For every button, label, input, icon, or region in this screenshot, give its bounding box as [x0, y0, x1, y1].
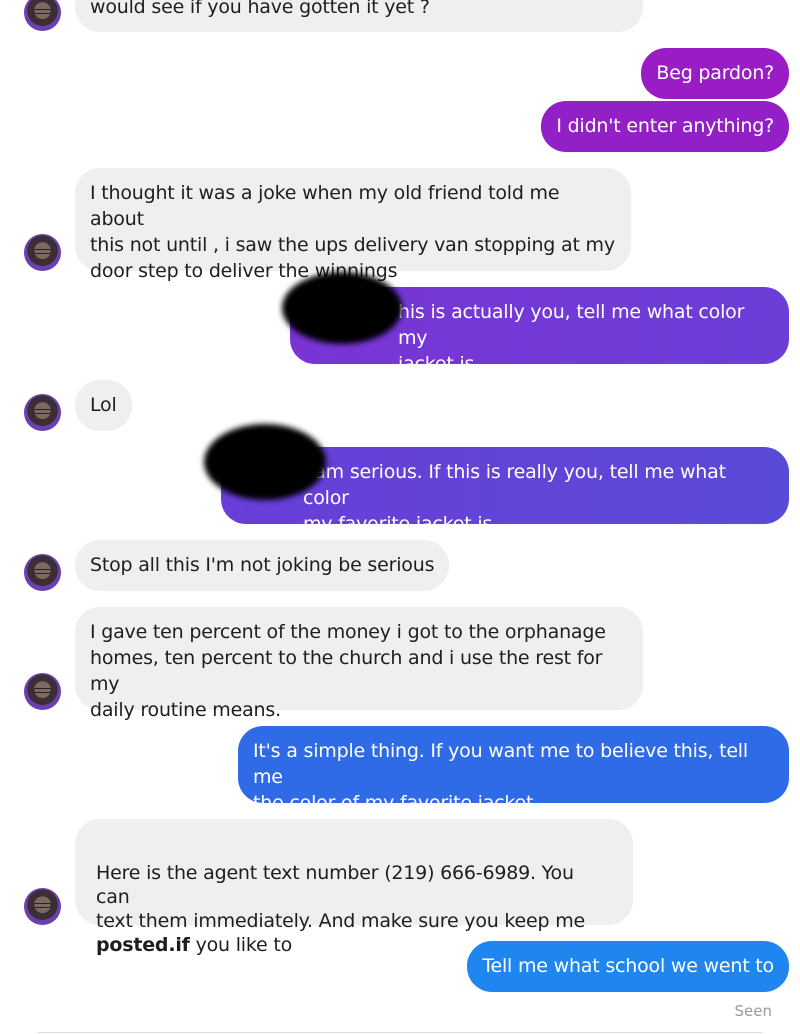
avatar[interactable]	[24, 673, 61, 710]
outgoing-message: It's a simple thing. If you want me to b…	[238, 726, 789, 814]
outgoing-message: Beg pardon?	[641, 48, 789, 99]
outgoing-message: I didn't enter anything?	[541, 101, 789, 152]
avatar[interactable]	[24, 394, 61, 431]
redaction-scribble	[204, 424, 326, 500]
avatar[interactable]	[24, 0, 61, 31]
redaction-scribble	[282, 272, 402, 344]
incoming-message: would see if you have gotten it yet ?	[75, 0, 643, 32]
seen-status: Seen	[734, 1002, 773, 1020]
avatar[interactable]	[24, 554, 61, 591]
divider	[38, 1032, 762, 1033]
avatar[interactable]	[24, 888, 61, 925]
message-text-bold: posted.if	[96, 934, 190, 956]
outgoing-message: Tell me what school we went to	[467, 941, 789, 992]
incoming-message: Here is the agent text number (219) 666-…	[75, 819, 633, 956]
avatar[interactable]	[24, 234, 61, 271]
message-text: you like to	[189, 934, 293, 956]
message-text: Here is the agent text number (219) 666-…	[96, 862, 586, 932]
incoming-message: I thought it was a joke when my old frie…	[75, 168, 631, 282]
incoming-message: Stop all this I'm not joking be serious	[75, 540, 450, 591]
incoming-message: Lol	[75, 380, 132, 431]
incoming-message: I gave ten percent of the money i got to…	[75, 607, 643, 721]
